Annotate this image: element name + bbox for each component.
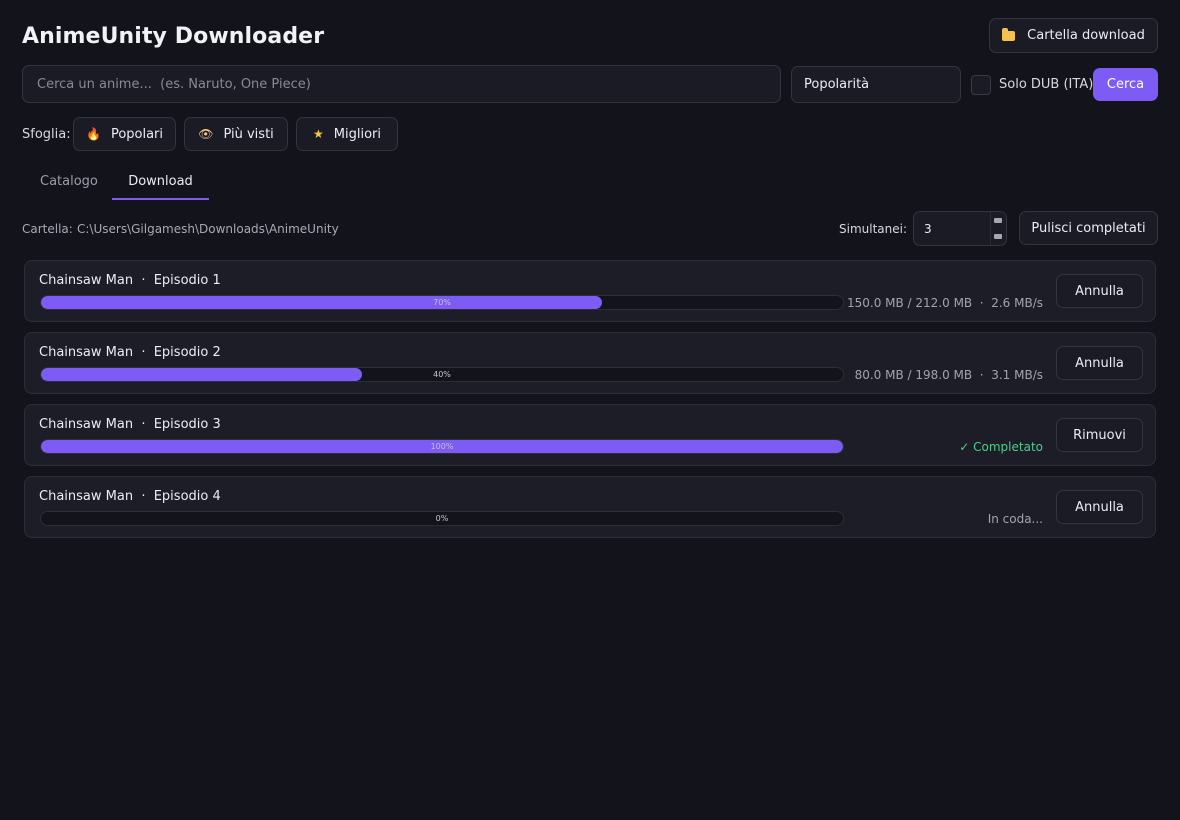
progress-bar: 0% <box>40 511 844 526</box>
active-tab-indicator <box>112 198 209 200</box>
browse-best-label: Migliori <box>333 126 381 142</box>
download-title: Chainsaw Man · Episodio 1 <box>39 273 221 288</box>
progress-label: 70% <box>433 298 451 307</box>
tab-download[interactable]: Download <box>112 174 209 200</box>
progress-bar: 70% <box>40 295 844 310</box>
app-title: AnimeUnity Downloader <box>22 24 325 49</box>
download-folder-button-label: Cartella download <box>1027 28 1145 43</box>
clear-completed-button[interactable]: Pulisci completati <box>1019 211 1158 245</box>
spin-up-icon[interactable] <box>994 218 1002 223</box>
tab-catalogo[interactable]: Catalogo <box>40 174 98 200</box>
browse-popular-label: Popolari <box>110 126 164 142</box>
download-status-completed: ✓ Completato <box>959 440 1043 454</box>
download-item: Chainsaw Man · Episodio 1 70% 150.0 MB /… <box>24 260 1156 322</box>
eye-icon: 👁 <box>198 127 214 141</box>
download-status-queued: In coda... <box>987 512 1043 526</box>
download-folder-button[interactable]: Cartella download <box>989 18 1158 53</box>
folder-icon <box>1002 27 1016 41</box>
spin-down-icon[interactable] <box>994 234 1002 239</box>
concurrent-value: 3 <box>924 222 932 236</box>
dub-only-label: Solo DUB (ITA) <box>999 77 1094 92</box>
download-stats: 150.0 MB / 212.0 MB · 2.6 MB/s <box>846 296 1043 310</box>
progress-label: 0% <box>435 514 449 523</box>
download-title: Chainsaw Man · Episodio 4 <box>39 489 221 504</box>
folder-label: Cartella: <box>22 222 73 236</box>
dub-only-checkbox[interactable] <box>971 75 991 95</box>
browse-most-viewed-label: Più visti <box>223 126 274 142</box>
sort-select-value: Popolarità <box>804 77 870 92</box>
download-title: Chainsaw Man · Episodio 3 <box>39 417 221 432</box>
progress-label: 40% <box>433 370 451 379</box>
cancel-button[interactable]: Annulla <box>1056 490 1143 524</box>
star-icon: ★ <box>313 127 324 141</box>
cancel-button[interactable]: Annulla <box>1056 346 1143 380</box>
app-window: AnimeUnity Downloader Cartella download … <box>0 0 1180 820</box>
progress-bar: 40% <box>40 367 844 382</box>
browse-most-viewed-button[interactable]: 👁 Più visti <box>184 117 288 151</box>
remove-button[interactable]: Rimuovi <box>1056 418 1143 452</box>
download-list: Chainsaw Man · Episodio 1 70% 150.0 MB /… <box>24 260 1156 548</box>
concurrent-label: Simultanei: <box>839 222 908 236</box>
browse-popular-button[interactable]: 🔥 Popolari <box>73 117 176 151</box>
browse-label: Sfoglia: <box>22 127 71 142</box>
search-input[interactable] <box>22 65 781 103</box>
cancel-button[interactable]: Annulla <box>1056 274 1143 308</box>
browse-best-button[interactable]: ★ Migliori <box>296 117 398 151</box>
fire-icon: 🔥 <box>85 127 101 141</box>
spin-divider <box>990 212 991 245</box>
download-item: Chainsaw Man · Episodio 2 40% 80.0 MB / … <box>24 332 1156 394</box>
sort-select[interactable]: Popolarità <box>791 66 961 103</box>
download-title: Chainsaw Man · Episodio 2 <box>39 345 221 360</box>
progress-label: 100% <box>430 442 454 451</box>
download-item: Chainsaw Man · Episodio 3 100% ✓ Complet… <box>24 404 1156 466</box>
progress-bar: 100% <box>40 439 844 454</box>
folder-path: C:\Users\Gilgamesh\Downloads\AnimeUnity <box>77 222 339 236</box>
search-button[interactable]: Cerca <box>1093 68 1158 101</box>
download-item: Chainsaw Man · Episodio 4 0% In coda... … <box>24 476 1156 538</box>
concurrent-spinbox[interactable]: 3 <box>913 211 1007 246</box>
download-stats: 80.0 MB / 198.0 MB · 3.1 MB/s <box>854 368 1043 382</box>
